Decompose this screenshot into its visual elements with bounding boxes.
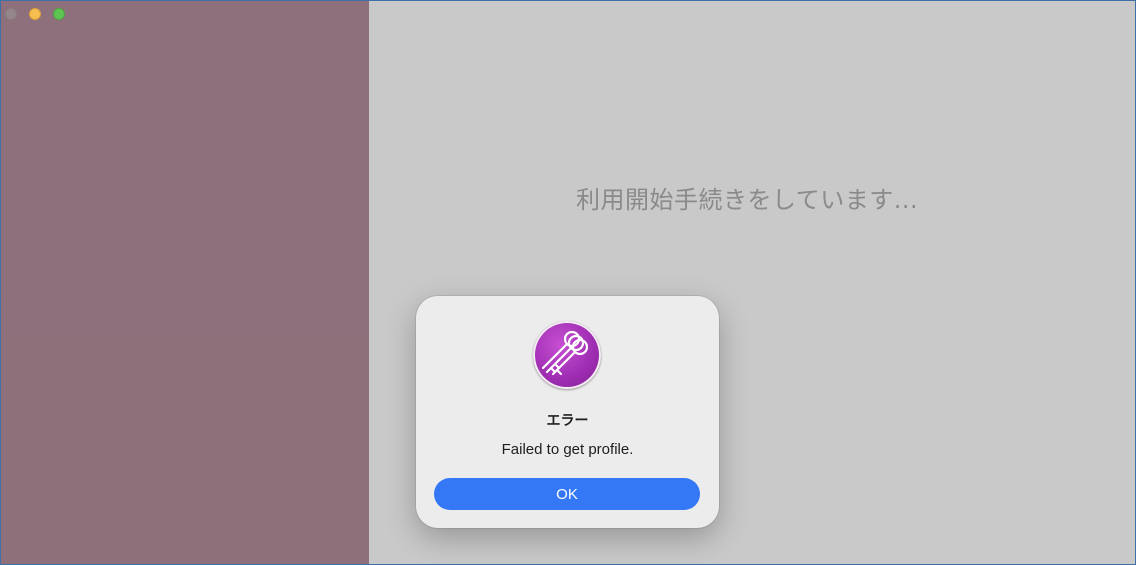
dialog-message: Failed to get profile. <box>501 441 634 458</box>
ok-button[interactable]: OK <box>434 478 700 510</box>
error-dialog: エラー Failed to get profile. OK <box>416 296 719 528</box>
maximize-window-button[interactable] <box>53 8 65 20</box>
keys-icon <box>533 321 601 389</box>
app-window: 利用開始手続きをしています... エラー Failed to get profi… <box>0 0 1136 565</box>
close-window-button[interactable] <box>5 8 17 20</box>
dialog-title: エラー <box>546 413 589 429</box>
status-text: 利用開始手続きをしています... <box>576 186 919 214</box>
minimize-window-button[interactable] <box>29 8 41 20</box>
sidebar <box>1 1 369 564</box>
